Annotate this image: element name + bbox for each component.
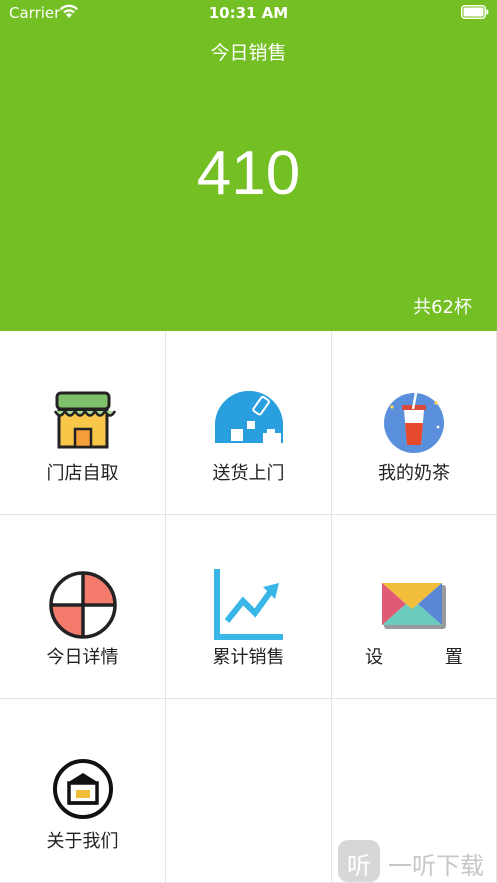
menu-grid: 门店自取 送货上门 我的奶茶 今日详情 累计销售 设 置 关于我们	[0, 331, 497, 883]
menu-item-delivery[interactable]: 送货上门	[166, 331, 332, 515]
menu-item-cumulative-sales[interactable]: 累计销售	[166, 515, 332, 699]
menu-item-label: 今日详情	[46, 647, 119, 668]
battery-icon	[461, 5, 489, 19]
watermark: 听 一听下载	[336, 838, 497, 883]
shop-badge-icon	[52, 759, 113, 819]
sales-header: Carrier 10:31 AM 今日销售 410 共62杯	[0, 0, 497, 331]
menu-item-my-milk-tea[interactable]: 我的奶茶	[332, 331, 497, 515]
menu-item-label: 我的奶茶	[378, 463, 450, 484]
menu-item-about-us[interactable]: 关于我们	[0, 699, 166, 883]
menu-item-label: 设 置	[365, 647, 491, 668]
total-sales-value: 410	[196, 139, 301, 208]
menu-item-store-pickup[interactable]: 门店自取	[0, 331, 166, 515]
menu-item-label: 门店自取	[46, 463, 119, 484]
menu-item-today-details[interactable]: 今日详情	[0, 515, 166, 699]
watermark-logo-icon: 听	[338, 840, 380, 882]
milk-tea-cup-icon	[384, 392, 444, 453]
delivery-icon	[214, 391, 283, 443]
cup-count-label: 共62杯	[413, 297, 472, 318]
settings-envelope-icon	[382, 583, 446, 629]
page-title: 今日销售	[210, 42, 287, 64]
menu-item-label: 累计销售	[212, 647, 285, 668]
watermark-text: 一听下载	[388, 852, 484, 880]
status-bar: Carrier 10:31 AM	[0, 0, 497, 26]
menu-item-settings[interactable]: 设 置	[332, 515, 497, 699]
trend-chart-icon	[213, 569, 283, 640]
menu-item-label: 关于我们	[46, 831, 119, 852]
menu-empty-cell	[166, 699, 332, 883]
menu-item-label: 送货上门	[212, 463, 285, 484]
pie-chart-icon	[48, 571, 117, 639]
status-time: 10:31 AM	[208, 4, 289, 22]
storefront-icon	[53, 391, 116, 449]
